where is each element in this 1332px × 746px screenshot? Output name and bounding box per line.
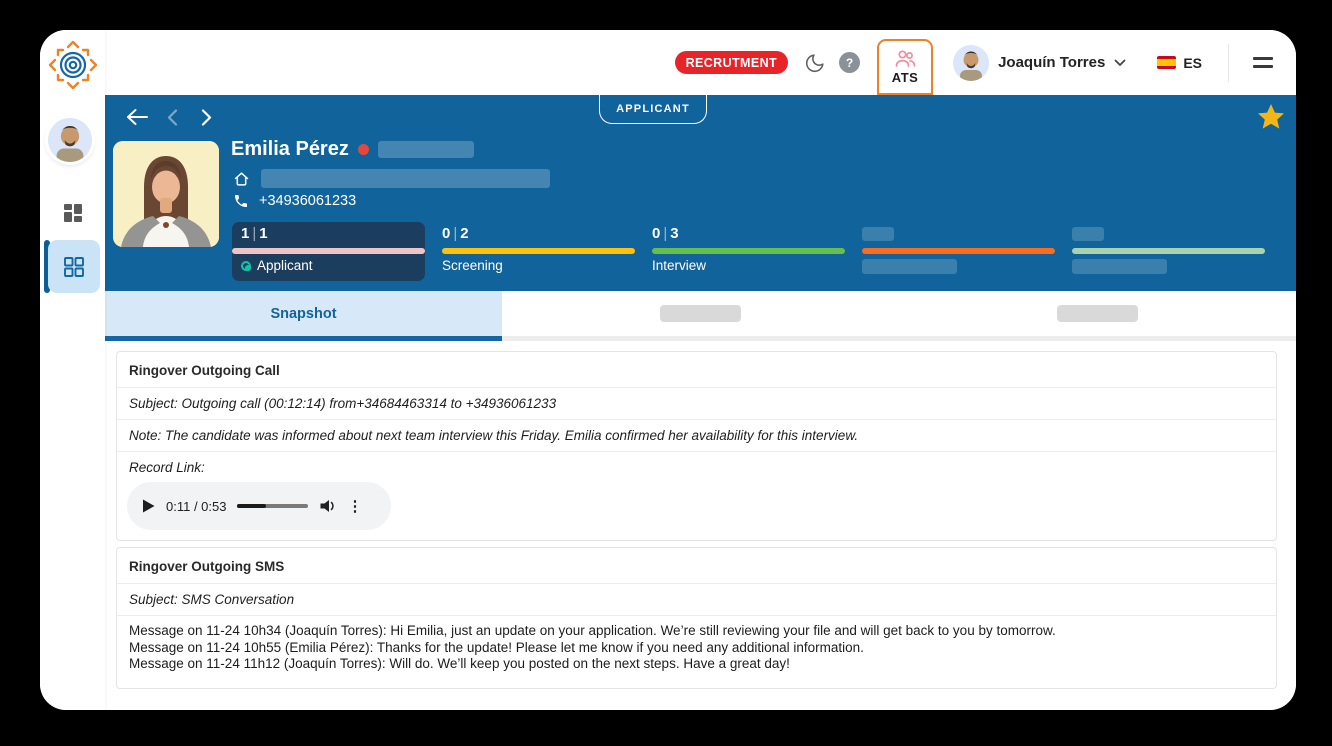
stage-label: Applicant xyxy=(241,258,313,273)
stage-bar xyxy=(862,248,1055,254)
ats-tab-label: ATS xyxy=(892,70,919,85)
recruitment-badge: RECRUTMENT xyxy=(675,51,789,74)
audio-time: 0:11 / 0:53 xyxy=(166,499,226,514)
applicant-type-tab[interactable]: APPLICANT xyxy=(599,94,707,124)
sms-messages: Message on 11-24 10h34 (Joaquín Torres):… xyxy=(117,616,1276,673)
name-placeholder xyxy=(378,141,474,158)
user-name[interactable]: Joaquín Torres xyxy=(998,54,1105,71)
applicant-phone: +34936061233 xyxy=(259,193,356,209)
audio-seek-bar[interactable] xyxy=(237,504,308,508)
card-title: Ringover Outgoing Call xyxy=(117,352,1276,388)
language-selector[interactable]: ES xyxy=(1183,55,1202,71)
call-subject: Subject: Outgoing call (00:12:14) from+3… xyxy=(117,388,1276,420)
dark-mode-toggle[interactable] xyxy=(803,51,827,75)
man-avatar-icon xyxy=(48,118,92,162)
chevron-left-icon xyxy=(167,109,178,126)
topbar-divider xyxy=(1228,44,1229,82)
menu-button[interactable] xyxy=(1253,57,1273,68)
call-note: Note: The candidate was informed about n… xyxy=(117,420,1276,452)
sidebar-user-avatar[interactable] xyxy=(48,118,92,162)
moon-icon xyxy=(804,52,826,74)
phone-icon xyxy=(233,193,249,209)
address-placeholder xyxy=(261,169,550,188)
man-avatar-icon xyxy=(953,45,989,81)
stage-count-placeholder xyxy=(862,227,894,241)
stage-label: Interview xyxy=(652,258,706,273)
arrow-left-icon xyxy=(125,107,149,127)
pipeline-stages: 1|1 Applicant 0|2 Screening 0|3 Intervie… xyxy=(232,222,1265,281)
active-stage-dot-icon xyxy=(241,261,251,271)
applicant-name: Emilia Pérez xyxy=(231,138,349,161)
applicant-header: APPLICANT xyxy=(105,95,1296,291)
sidebar xyxy=(40,30,105,710)
stage-placeholder-4[interactable] xyxy=(862,222,1055,281)
phone-row[interactable]: +34936061233 xyxy=(233,193,356,209)
tab-label-placeholder xyxy=(660,305,741,322)
applicant-photo xyxy=(113,141,219,247)
stage-counts: 1|1 xyxy=(241,225,268,242)
stage-label-placeholder xyxy=(1072,259,1167,274)
sms-message: Message on 11-24 10h34 (Joaquín Torres):… xyxy=(129,623,1264,640)
grid-icon xyxy=(62,255,86,279)
stage-counts: 0|2 xyxy=(442,225,469,242)
user-menu-caret[interactable] xyxy=(1114,59,1126,67)
stage-bar xyxy=(232,248,425,254)
sms-message: Message on 11-24 11h12 (Joaquín Torres):… xyxy=(129,656,1264,673)
dashboard-nav-item[interactable] xyxy=(62,202,84,224)
volume-icon[interactable] xyxy=(319,498,336,514)
tab-placeholder-3[interactable] xyxy=(899,291,1296,341)
stage-bar xyxy=(442,248,635,254)
stage-bar xyxy=(652,248,845,254)
compass-logo-icon xyxy=(46,38,100,92)
stage-label-placeholder xyxy=(862,259,957,274)
tab-placeholder-2[interactable] xyxy=(502,291,899,341)
play-icon[interactable] xyxy=(142,499,155,513)
app-logo[interactable] xyxy=(46,38,100,92)
chevron-right-icon xyxy=(201,109,212,126)
previous-applicant-button[interactable] xyxy=(167,109,178,131)
stage-label: Screening xyxy=(442,258,503,273)
help-button[interactable]: ? xyxy=(839,52,860,73)
applicant-name-row: Emilia Pérez xyxy=(231,138,474,161)
question-mark-icon: ? xyxy=(846,56,853,70)
applicants-nav-item[interactable] xyxy=(48,240,100,293)
detail-tabs: Snapshot xyxy=(105,291,1296,341)
app-window: RECRUTMENT ? ATS xyxy=(40,30,1296,710)
favorite-button[interactable] xyxy=(1257,103,1285,135)
woman-portrait xyxy=(113,141,219,247)
sms-subject: Subject: SMS Conversation xyxy=(117,584,1276,616)
address-row xyxy=(233,169,550,188)
stage-screening[interactable]: 0|2 Screening xyxy=(442,222,635,281)
users-icon xyxy=(893,49,917,69)
sms-message: Message on 11-24 10h55 (Emilia Pérez): T… xyxy=(129,640,1264,657)
ats-module-tab[interactable]: ATS xyxy=(877,39,933,95)
stage-applicant[interactable]: 1|1 Applicant xyxy=(232,222,425,281)
star-icon xyxy=(1257,103,1285,130)
snapshot-content: Ringover Outgoing Call Subject: Outgoing… xyxy=(105,341,1296,710)
screen: RECRUTMENT ? ATS xyxy=(0,0,1332,746)
chevron-down-icon xyxy=(1114,59,1126,67)
tab-label-placeholder xyxy=(1057,305,1138,322)
stage-bar xyxy=(1072,248,1265,254)
tab-snapshot[interactable]: Snapshot xyxy=(105,291,502,341)
stage-counts: 0|3 xyxy=(652,225,679,242)
stage-interview[interactable]: 0|3 Interview xyxy=(652,222,845,281)
topbar: RECRUTMENT ? ATS xyxy=(105,30,1296,95)
audio-menu-button[interactable]: ⋮ xyxy=(347,499,362,514)
user-avatar[interactable] xyxy=(953,45,989,81)
stage-count-placeholder xyxy=(1072,227,1104,241)
ringover-sms-card: Ringover Outgoing SMS Subject: SMS Conve… xyxy=(116,547,1277,689)
back-button[interactable] xyxy=(125,107,149,132)
audio-player[interactable]: 0:11 / 0:53 ⋮ xyxy=(127,482,391,530)
record-link-label: Record Link: xyxy=(117,452,1276,477)
ringover-call-card: Ringover Outgoing Call Subject: Outgoing… xyxy=(116,351,1277,541)
home-icon xyxy=(233,171,250,187)
card-title: Ringover Outgoing SMS xyxy=(117,548,1276,584)
dashboard-icon xyxy=(62,202,84,224)
spain-flag-icon[interactable] xyxy=(1157,56,1176,69)
audio-progress xyxy=(237,504,266,508)
status-dot-icon xyxy=(358,144,369,155)
next-applicant-button[interactable] xyxy=(201,109,212,131)
stage-placeholder-5[interactable] xyxy=(1072,222,1265,281)
